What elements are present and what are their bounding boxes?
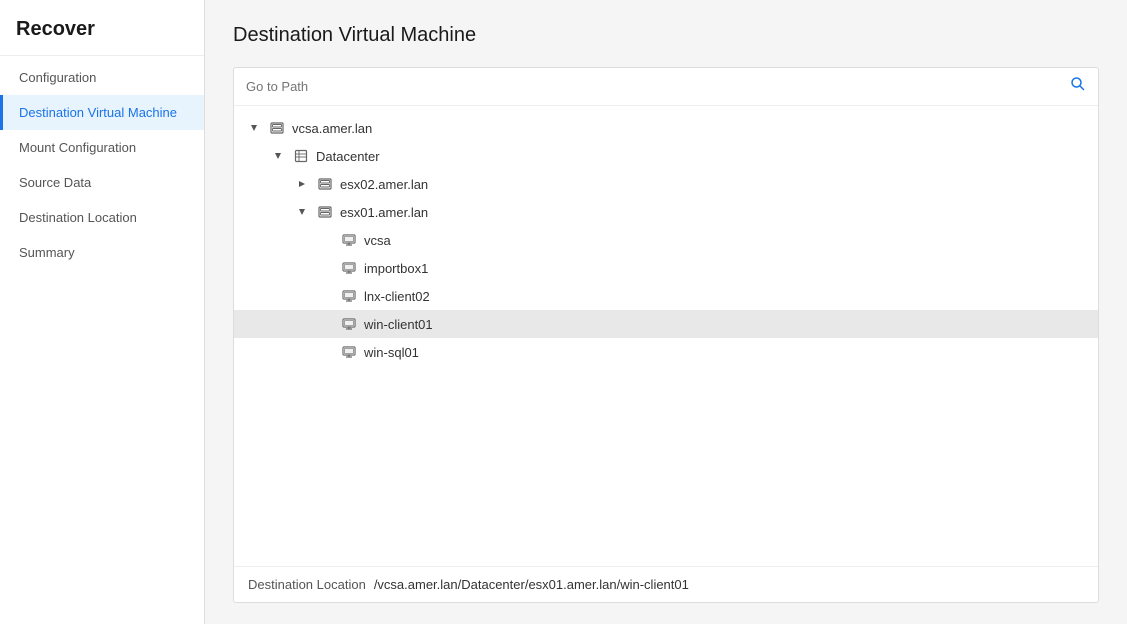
toggle-win-client01: [318, 316, 334, 332]
main-content: Destination Virtual Machine vcsa.amer.la…: [205, 0, 1127, 624]
toggle-vcsa: [318, 232, 334, 248]
node-label-datacenter: Datacenter: [316, 149, 380, 164]
search-bar: [234, 68, 1098, 106]
node-label-vcsa: vcsa: [364, 233, 391, 248]
tree-node-win-client01[interactable]: win-client01: [234, 310, 1098, 338]
tree-node-vcsa-amer-lan[interactable]: vcsa.amer.lan: [234, 114, 1098, 142]
node-label-win-client01: win-client01: [364, 317, 433, 332]
host-icon-vcsa-amer-lan: [268, 119, 286, 137]
vm-icon-lnx-client02: [340, 287, 358, 305]
toggle-importbox1: [318, 260, 334, 276]
sidebar-item-destination-virtual-machine[interactable]: Destination Virtual Machine: [0, 95, 204, 130]
sidebar-item-destination-location[interactable]: Destination Location: [0, 200, 204, 235]
node-label-esx01-amer-lan: esx01.amer.lan: [340, 205, 428, 220]
host-icon-esx02-amer-lan: [316, 175, 334, 193]
search-input[interactable]: [246, 79, 1062, 94]
tree-node-importbox1[interactable]: importbox1: [234, 254, 1098, 282]
vm-icon-vcsa: [340, 231, 358, 249]
tree-scroll-area[interactable]: vcsa.amer.lan Datacenter esx02.amer.lan …: [234, 106, 1098, 566]
sidebar-item-mount-configuration[interactable]: Mount Configuration: [0, 130, 204, 165]
search-icon[interactable]: [1070, 76, 1086, 97]
tree-node-win-sql01[interactable]: win-sql01: [234, 338, 1098, 366]
tree-node-esx01-amer-lan[interactable]: esx01.amer.lan: [234, 198, 1098, 226]
tree-node-datacenter[interactable]: Datacenter: [234, 142, 1098, 170]
node-label-esx02-amer-lan: esx02.amer.lan: [340, 177, 428, 192]
destination-location-value: /vcsa.amer.lan/Datacenter/esx01.amer.lan…: [374, 577, 689, 592]
node-label-importbox1: importbox1: [364, 261, 428, 276]
vm-icon-importbox1: [340, 259, 358, 277]
toggle-esx01-amer-lan[interactable]: [294, 204, 310, 220]
tree-panel: vcsa.amer.lan Datacenter esx02.amer.lan …: [233, 67, 1099, 603]
host-icon-esx01-amer-lan: [316, 203, 334, 221]
toggle-win-sql01: [318, 344, 334, 360]
tree-content: vcsa.amer.lan Datacenter esx02.amer.lan …: [234, 106, 1098, 374]
sidebar-nav: ConfigurationDestination Virtual Machine…: [0, 56, 204, 270]
vm-icon-win-sql01: [340, 343, 358, 361]
sidebar: Recover ConfigurationDestination Virtual…: [0, 0, 205, 624]
app-title: Recover: [0, 0, 204, 56]
destination-location-label: Destination Location: [248, 577, 366, 592]
toggle-esx02-amer-lan[interactable]: [294, 176, 310, 192]
toggle-lnx-client02: [318, 288, 334, 304]
tree-node-vcsa[interactable]: vcsa: [234, 226, 1098, 254]
vm-icon-win-client01: [340, 315, 358, 333]
tree-node-esx02-amer-lan[interactable]: esx02.amer.lan: [234, 170, 1098, 198]
toggle-vcsa-amer-lan[interactable]: [246, 120, 262, 136]
node-label-vcsa-amer-lan: vcsa.amer.lan: [292, 121, 372, 136]
sidebar-item-summary[interactable]: Summary: [0, 235, 204, 270]
page-title: Destination Virtual Machine: [233, 24, 1099, 47]
node-label-win-sql01: win-sql01: [364, 345, 419, 360]
node-label-lnx-client02: lnx-client02: [364, 289, 430, 304]
toggle-datacenter[interactable]: [270, 148, 286, 164]
datacenter-icon-datacenter: [292, 147, 310, 165]
sidebar-item-source-data[interactable]: Source Data: [0, 165, 204, 200]
sidebar-item-configuration[interactable]: Configuration: [0, 60, 204, 95]
destination-location-bar: Destination Location /vcsa.amer.lan/Data…: [234, 566, 1098, 602]
tree-node-lnx-client02[interactable]: lnx-client02: [234, 282, 1098, 310]
